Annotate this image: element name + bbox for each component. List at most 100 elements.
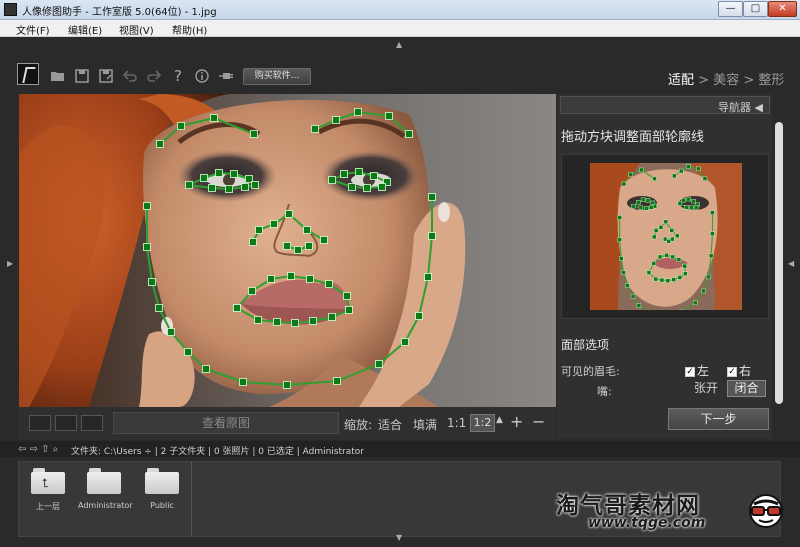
face-control-handle[interactable]	[428, 232, 436, 240]
upper-lip-control-handle[interactable]	[248, 287, 256, 295]
close-button[interactable]: ✕	[768, 1, 797, 17]
zoom-out-button[interactable]: −	[532, 412, 545, 431]
upper-lip-control-handle[interactable]	[676, 257, 682, 262]
right-eye-control-handle[interactable]	[378, 183, 386, 191]
lower-lip-control-handle[interactable]	[309, 317, 317, 325]
left-eye-control-handle[interactable]	[185, 181, 193, 189]
left-eye-control-handle[interactable]	[649, 205, 654, 210]
upper-lip-control-handle[interactable]	[651, 261, 657, 266]
menu-edit[interactable]: 编辑(E)	[68, 22, 102, 37]
nose-control-handle[interactable]	[675, 233, 680, 239]
right-eye-control-handle[interactable]	[370, 172, 378, 180]
face-control-handle[interactable]	[143, 202, 151, 210]
face-control-handle[interactable]	[424, 273, 432, 281]
face-control-handle[interactable]	[202, 365, 210, 373]
lower-lip-control-handle[interactable]	[254, 316, 262, 324]
upper-lip-control-handle[interactable]	[657, 254, 663, 260]
folder-public[interactable]: Public	[136, 468, 188, 510]
left-eye-control-handle[interactable]	[215, 169, 223, 177]
navigator-thumbnail[interactable]	[561, 154, 769, 319]
left-eye-control-handle[interactable]	[208, 184, 216, 192]
upper-lip-control-handle[interactable]	[343, 292, 351, 300]
lower-lip-control-handle[interactable]	[677, 275, 683, 280]
redo-icon[interactable]	[146, 68, 162, 84]
panel-scrollbar[interactable]	[772, 94, 786, 439]
right-brow-control-handle[interactable]	[354, 108, 362, 116]
scrollbar-thumb[interactable]	[775, 122, 783, 404]
face-control-handle[interactable]	[708, 253, 714, 259]
lower-lip-control-handle[interactable]	[646, 270, 652, 275]
right-eye-control-handle[interactable]	[686, 196, 691, 202]
collapse-top-arrow-icon[interactable]: ▲	[396, 40, 402, 49]
face-control-handle[interactable]	[692, 300, 698, 306]
lower-lip-control-handle[interactable]	[328, 313, 336, 321]
face-control-handle[interactable]	[630, 294, 636, 299]
right-eye-control-handle[interactable]	[363, 184, 371, 192]
face-control-handle[interactable]	[184, 348, 192, 356]
right-eye-control-handle[interactable]	[677, 201, 683, 206]
step-fit[interactable]: 适配	[668, 73, 694, 88]
zoom-spin-icon[interactable]: ▲	[496, 415, 503, 425]
upper-lip-control-handle[interactable]	[670, 254, 675, 260]
zoom-fill-button[interactable]: 填满	[413, 416, 437, 433]
help-icon[interactable]: ?	[170, 68, 186, 84]
navigator-header[interactable]: 导航器 ◀	[560, 96, 770, 114]
right-brow-control-handle[interactable]	[311, 125, 319, 133]
face-control-handle[interactable]	[617, 237, 622, 242]
save-icon[interactable]	[74, 68, 90, 84]
plugin-icon[interactable]	[218, 68, 234, 84]
right-eye-control-handle[interactable]	[693, 205, 699, 210]
face-control-handle[interactable]	[143, 243, 151, 251]
nose-tip-control-handle[interactable]	[305, 242, 313, 250]
collapse-left-arrow-icon[interactable]: ▶	[7, 259, 13, 268]
right-brow-control-handle[interactable]	[672, 173, 677, 179]
left-eye-control-handle[interactable]	[631, 203, 636, 209]
nose-tip-control-handle[interactable]	[283, 242, 291, 250]
left-brow-control-handle[interactable]	[250, 130, 258, 138]
right-eye-control-handle[interactable]	[355, 168, 363, 176]
lower-lip-control-handle[interactable]	[683, 271, 688, 276]
right-brow-control-handle[interactable]	[332, 116, 340, 124]
right-eye-control-handle[interactable]	[689, 205, 694, 210]
left-brow-control-handle[interactable]	[177, 122, 185, 130]
face-control-handle[interactable]	[148, 278, 156, 286]
left-brow-control-handle[interactable]	[652, 176, 657, 181]
mouth-closed-button[interactable]: 闭合	[727, 380, 766, 397]
left-eye-control-handle[interactable]	[200, 174, 208, 182]
menu-help[interactable]: 帮助(H)	[172, 22, 207, 37]
collapse-bottom-arrow-icon[interactable]: ▼	[396, 533, 402, 542]
left-eye-control-handle[interactable]	[225, 185, 233, 193]
photo-canvas[interactable]	[19, 94, 556, 407]
upper-lip-control-handle[interactable]	[306, 275, 314, 283]
face-control-handle[interactable]	[617, 215, 622, 220]
left-eye-control-handle[interactable]	[640, 197, 646, 202]
face-control-handle[interactable]	[619, 256, 624, 261]
maximize-button[interactable]: □	[743, 1, 768, 17]
lower-lip-control-handle[interactable]	[345, 306, 353, 314]
nose-control-handle[interactable]	[285, 210, 293, 218]
mouth-open-button[interactable]: 张开	[689, 380, 723, 397]
face-control-handle[interactable]	[415, 312, 423, 320]
next-step-button[interactable]: 下一步	[668, 408, 769, 430]
face-control-handle[interactable]	[401, 338, 409, 346]
face-control-handle[interactable]	[428, 193, 436, 201]
nose-control-handle[interactable]	[658, 225, 664, 230]
upper-lip-control-handle[interactable]	[267, 275, 275, 283]
face-control-handle[interactable]	[333, 377, 341, 385]
face-control-handle[interactable]	[283, 381, 291, 389]
left-eye-control-handle[interactable]	[645, 198, 651, 203]
face-contour-overlay[interactable]	[19, 94, 556, 407]
left-eye-control-handle[interactable]	[251, 181, 259, 189]
lower-lip-control-handle[interactable]	[273, 318, 281, 326]
face-control-handle[interactable]	[710, 210, 715, 215]
face-control-handle[interactable]	[625, 283, 630, 288]
zoom-in-button[interactable]: +	[510, 412, 523, 431]
left-eye-control-handle[interactable]	[230, 170, 238, 178]
nose-control-handle[interactable]	[320, 236, 328, 244]
nose-control-handle[interactable]	[663, 219, 669, 225]
single-view-icon[interactable]	[29, 415, 51, 431]
lower-lip-control-handle[interactable]	[659, 277, 665, 283]
face-control-handle[interactable]	[155, 304, 163, 312]
folder-up[interactable]: ⮤ 上一层	[22, 468, 74, 512]
collapse-right-arrow-icon[interactable]: ◀	[788, 259, 794, 268]
